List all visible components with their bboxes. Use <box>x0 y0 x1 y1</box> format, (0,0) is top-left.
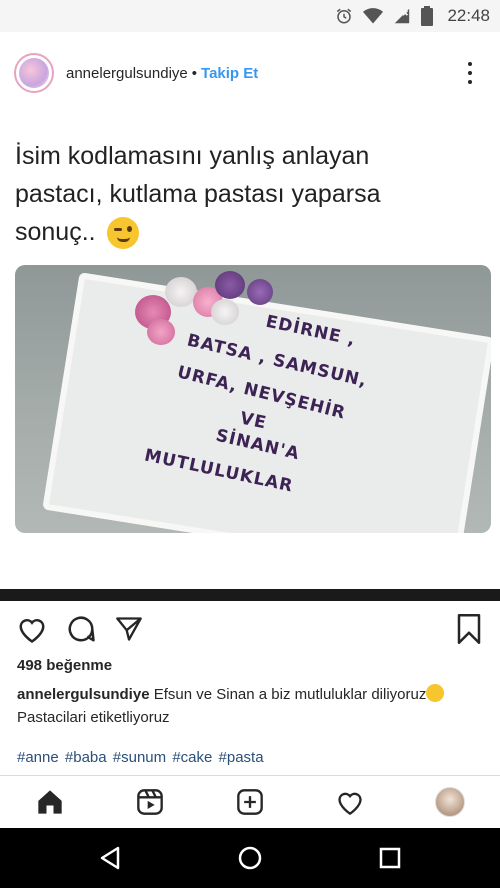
likes-count[interactable]: 498 beğenme <box>17 657 112 674</box>
media-text-line: sonuç.. <box>15 213 485 251</box>
profile-avatar[interactable] <box>434 786 466 818</box>
comment-icon[interactable] <box>64 612 98 646</box>
like-heart-icon[interactable] <box>15 612 49 646</box>
activity-heart-icon[interactable] <box>334 786 366 818</box>
flower-decoration <box>147 319 175 345</box>
signal-icon <box>393 7 411 25</box>
home-circle-icon[interactable] <box>236 844 264 872</box>
media-bottom-bar <box>0 589 500 601</box>
android-nav-bar <box>0 828 500 888</box>
media-text-line: İsim kodlamasını yanlış anlayan <box>15 142 370 170</box>
reels-icon[interactable] <box>134 786 166 818</box>
flower-decoration <box>247 279 273 305</box>
status-bar: 22:48 <box>0 0 500 32</box>
hashtag-link[interactable]: #baba <box>65 749 107 766</box>
add-post-icon[interactable] <box>234 786 266 818</box>
share-send-icon[interactable] <box>112 612 146 646</box>
bottom-nav <box>0 775 500 828</box>
more-options-icon[interactable] <box>458 59 482 87</box>
hashtag-link[interactable]: #anne <box>17 749 59 766</box>
separator-dot: • <box>191 64 198 82</box>
follow-button[interactable]: Takip Et <box>201 65 258 82</box>
post-username[interactable]: annelergulsundiye <box>66 65 188 82</box>
author-avatar[interactable] <box>14 53 54 93</box>
status-time: 22:48 <box>447 6 490 25</box>
media-text-line-part: sonuç.. <box>15 218 96 246</box>
alarm-icon <box>335 7 353 25</box>
recents-icon[interactable] <box>376 844 404 872</box>
hashtag-link[interactable]: #pasta <box>219 749 264 766</box>
media-text: İsim kodlamasını yanlış anlayan pastacı,… <box>15 137 485 251</box>
caption-text-2: Pastacilari etiketliyoruz <box>17 709 170 726</box>
caption-text: Efsun ve Sinan a biz mutluluklar diliyor… <box>149 686 427 703</box>
wifi-icon <box>363 7 384 25</box>
hashtags: #anne #baba #sunum #cake #pasta <box>17 749 264 766</box>
save-bookmark-icon[interactable] <box>452 612 486 646</box>
wink-emoji-icon <box>106 217 139 250</box>
shushing-emoji-icon <box>426 684 445 702</box>
caption-username[interactable]: annelergulsundiye <box>17 686 150 703</box>
post-media[interactable]: İsim kodlamasını yanlış anlayan pastacı,… <box>0 101 500 589</box>
hashtag-link[interactable]: #sunum <box>113 749 166 766</box>
cake-photo: EDİRNE , BATSA , SAMSUN, URFA, NEVŞEHİR … <box>15 265 491 533</box>
hashtag-link[interactable]: #cake <box>172 749 212 766</box>
flower-decoration <box>211 299 239 325</box>
media-text-line: pastacı, kutlama pastası yaparsa <box>15 180 381 208</box>
battery-icon <box>421 6 434 26</box>
post-actions <box>0 612 500 648</box>
back-icon[interactable] <box>96 844 124 872</box>
home-icon[interactable] <box>34 786 66 818</box>
post-caption: annelergulsundiye Efsun ve Sinan a biz m… <box>17 683 487 729</box>
post-header: annelergulsundiye • Takip Et <box>0 45 500 101</box>
flower-decoration <box>215 271 245 299</box>
